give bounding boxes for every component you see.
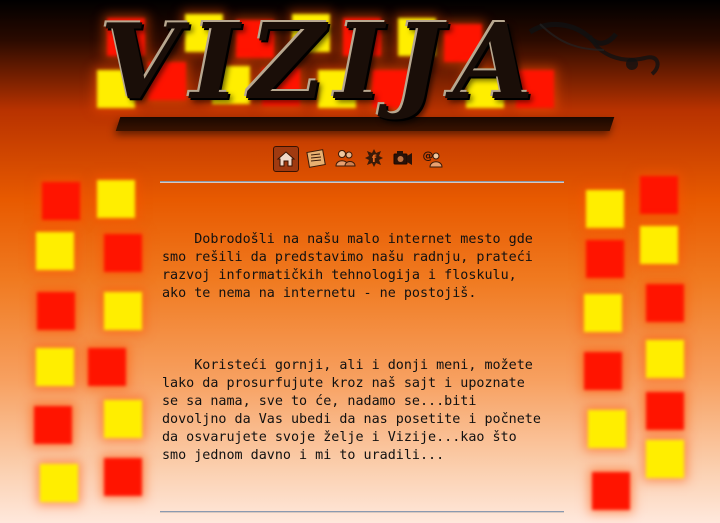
welcome-text: Dobrodošli na našu malo internet mesto g…: [160, 183, 564, 511]
main-nav: f @: [273, 146, 444, 174]
decor-square: [586, 240, 624, 278]
users-icon: [335, 150, 356, 167]
svg-text:@: @: [423, 149, 434, 162]
site-logo: VIZIJA: [100, 0, 544, 123]
contact-icon: @: [423, 149, 443, 168]
decor-square: [646, 284, 684, 322]
nav-contact[interactable]: @: [420, 146, 444, 170]
decor-square: [36, 348, 74, 386]
paragraph-navigation: Koristeći gornji, ali i donji meni, može…: [162, 358, 541, 463]
svg-text:f: f: [372, 154, 377, 165]
decor-square: [592, 472, 630, 510]
decor-square: [104, 292, 142, 330]
nav-news[interactable]: [304, 146, 328, 170]
decor-square: [104, 234, 142, 272]
news-icon: [306, 149, 326, 168]
nav-camera[interactable]: [391, 146, 415, 170]
decor-square: [42, 182, 80, 220]
paragraph-welcome: Dobrodošli na našu malo internet mesto g…: [162, 232, 533, 301]
decor-square: [646, 440, 684, 478]
decor-square: [640, 226, 678, 264]
camera-icon: [393, 151, 412, 165]
decor-square: [97, 180, 135, 218]
decor-square: [646, 392, 684, 430]
decor-square: [588, 410, 626, 448]
nav-home[interactable]: [273, 146, 299, 172]
facebook-icon: f: [365, 149, 383, 167]
decor-square: [88, 348, 126, 386]
decor-square: [36, 232, 74, 270]
divider-bottom: [160, 511, 564, 513]
nav-users[interactable]: [333, 146, 357, 170]
decor-square: [37, 292, 75, 330]
decor-square: [640, 176, 678, 214]
decor-square: [584, 352, 622, 390]
decor-square: [584, 294, 622, 332]
nav-facebook[interactable]: f: [362, 146, 386, 170]
decor-square: [104, 458, 142, 496]
decor-square: [104, 400, 142, 438]
decor-square: [40, 464, 78, 502]
ornament-icon: [528, 22, 660, 76]
decor-square: [646, 340, 684, 378]
home-icon: [276, 151, 296, 167]
main-content: Dobrodošli na našu malo internet mesto g…: [160, 181, 564, 513]
decor-square: [586, 190, 624, 228]
decor-square: [34, 406, 72, 444]
